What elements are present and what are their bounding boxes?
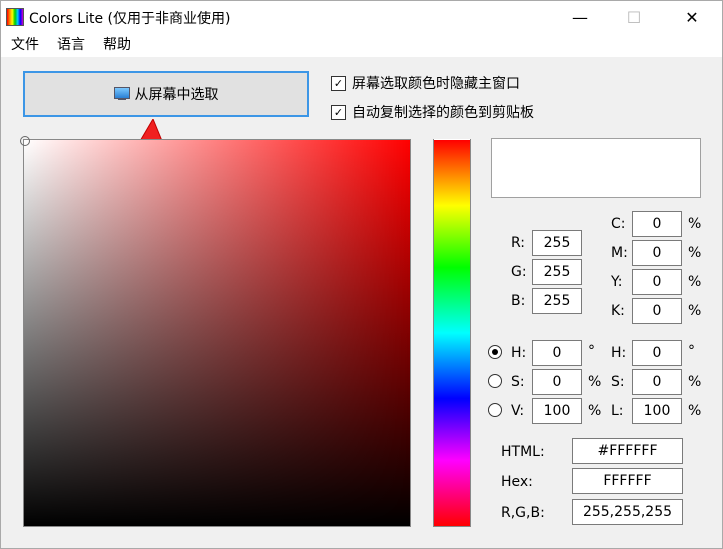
g-label: G:	[511, 264, 527, 280]
html-label: HTML:	[501, 444, 545, 460]
k-field[interactable]: 0	[632, 298, 682, 324]
c-unit: %	[688, 216, 702, 232]
hex-label: Hex:	[501, 474, 533, 490]
saturation-value-picker[interactable]	[20, 136, 411, 527]
g-field[interactable]: 255	[532, 259, 582, 285]
menu-language[interactable]: 语言	[49, 33, 93, 57]
hsv-h-label: H:	[511, 345, 527, 361]
y-label: Y:	[611, 274, 623, 290]
hsl-l-label: L:	[611, 403, 624, 419]
close-button[interactable]: ✕	[667, 1, 717, 33]
m-label: M:	[611, 245, 628, 261]
hsv-v-radio[interactable]	[488, 403, 502, 417]
minimize-button[interactable]: —	[555, 1, 605, 33]
menu-file[interactable]: 文件	[3, 33, 47, 57]
menu-help[interactable]: 帮助	[95, 33, 139, 57]
hide-window-label: 屏幕选取颜色时隐藏主窗口	[352, 76, 520, 92]
sv-picker-cursor[interactable]	[20, 136, 30, 146]
hsl-h-field[interactable]: 0	[632, 340, 682, 366]
b-field[interactable]: 255	[532, 288, 582, 314]
r-field[interactable]: 255	[532, 230, 582, 256]
color-preview	[491, 138, 701, 198]
k-unit: %	[688, 303, 702, 319]
auto-copy-label: 自动复制选择的颜色到剪贴板	[352, 105, 534, 121]
c-label: C:	[611, 216, 626, 232]
y-field[interactable]: 0	[632, 269, 682, 295]
hsv-s-unit: %	[588, 374, 602, 390]
m-unit: %	[688, 245, 702, 261]
window-title: Colors Lite (仅用于非商业使用)	[29, 11, 231, 27]
auto-copy-option[interactable]: ✓ 自动复制选择的颜色到剪贴板	[331, 102, 534, 122]
auto-copy-checkbox[interactable]: ✓	[331, 104, 346, 120]
hsl-s-unit: %	[688, 374, 702, 390]
monitor-icon	[113, 87, 130, 101]
rgb-triplet-label: R,G,B:	[501, 505, 545, 521]
pick-from-screen-label: 从屏幕中选取	[134, 87, 219, 103]
maximize-button[interactable]: ☐	[609, 1, 659, 33]
hsl-s-field[interactable]: 0	[632, 369, 682, 395]
hue-slider[interactable]	[433, 139, 471, 527]
hsv-h-radio[interactable]	[488, 345, 502, 359]
menu-bar: 文件 语言 帮助	[1, 33, 722, 57]
hsv-v-label: V:	[511, 403, 525, 419]
app-logo-icon	[6, 8, 24, 26]
r-label: R:	[511, 235, 526, 251]
hsl-s-label: S:	[611, 374, 625, 390]
hsl-l-field[interactable]: 100	[632, 398, 682, 424]
hide-window-checkbox[interactable]: ✓	[331, 75, 346, 91]
pick-from-screen-button[interactable]: 从屏幕中选取	[23, 71, 309, 117]
hide-window-option[interactable]: ✓ 屏幕选取颜色时隐藏主窗口	[331, 73, 520, 93]
title-bar[interactable]: Colors Lite (仅用于非商业使用) — ☐ ✕	[1, 1, 722, 33]
b-label: B:	[511, 293, 526, 309]
c-field[interactable]: 0	[632, 211, 682, 237]
html-color-field[interactable]: #FFFFFF	[572, 438, 683, 464]
hsl-h-label: H:	[611, 345, 627, 361]
m-field[interactable]: 0	[632, 240, 682, 266]
hsv-v-field[interactable]: 100	[532, 398, 582, 424]
app-window: Colors Lite (仅用于非商业使用) — ☐ ✕ 文件 语言 帮助 从屏…	[0, 0, 723, 549]
hex-color-field[interactable]: FFFFFF	[572, 468, 683, 494]
hsv-h-unit: °	[588, 343, 595, 359]
y-unit: %	[688, 274, 702, 290]
hsl-l-unit: %	[688, 403, 702, 419]
rgb-triplet-field[interactable]: 255,255,255	[572, 499, 683, 525]
hsv-v-unit: %	[588, 403, 602, 419]
hsv-s-radio[interactable]	[488, 374, 502, 388]
hsl-h-unit: °	[688, 343, 695, 359]
hue-slider-marker[interactable]	[434, 139, 470, 144]
hsv-s-label: S:	[511, 374, 525, 390]
hsv-h-field[interactable]: 0	[532, 340, 582, 366]
k-label: K:	[611, 303, 625, 319]
hsv-s-field[interactable]: 0	[532, 369, 582, 395]
